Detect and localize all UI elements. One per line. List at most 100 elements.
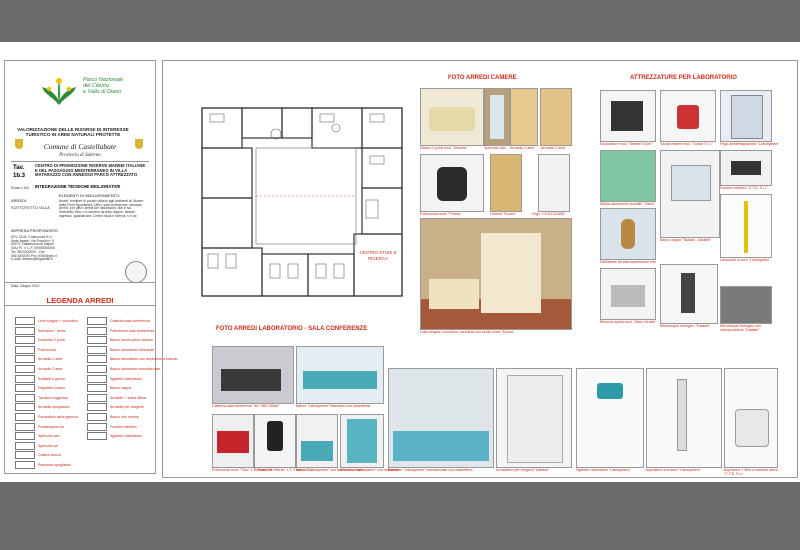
legend-swatch — [15, 374, 35, 383]
legend-label: Armadio + sedia ufficio — [110, 395, 147, 400]
photo-fume-hood — [660, 150, 720, 238]
photo-lectern — [212, 346, 294, 404]
legend-swatch — [87, 413, 107, 421]
legend-label: Armadio per reagenti — [110, 405, 144, 410]
caption-exam-table: Tavola esame mod. "Dobar S.r.l." — [660, 142, 713, 146]
legend-item: Sgabello laboratorio — [87, 374, 142, 383]
legend-swatch — [15, 403, 35, 412]
caption-mirror: Specchio alto — [484, 146, 506, 150]
legend-label: Banco con vetrina — [110, 415, 139, 419]
legend-swatch — [87, 326, 107, 335]
legend-item: Panchina spogliatoio — [15, 461, 71, 469]
legend-label: Portascopino wc — [38, 424, 65, 429]
tav-label: Tav. — [13, 165, 25, 171]
legend-item: Banco con vetrina — [87, 413, 139, 421]
caption-sofa: Divano 2 posti mod. "Moneta" — [420, 146, 468, 150]
photo-wardrobe-3 — [510, 88, 538, 146]
legend-swatch — [15, 317, 35, 325]
legend-item: Armadio 3 ante — [15, 365, 62, 373]
legend-label: Scrivania + sedia — [38, 328, 66, 333]
legend-swatch — [15, 393, 35, 402]
caption-microscope: Microscopio biologico "Dataleb" — [660, 324, 711, 328]
photo-office-chair — [254, 414, 296, 468]
section-title-camere: FOTO ARREDI CAMERE — [448, 75, 517, 81]
caption-lab-stool: Sgabello laboratorio "Labosystem" — [576, 468, 631, 472]
legend-swatch — [15, 355, 35, 364]
legend-label: Letto singolo + comodino — [38, 319, 79, 323]
caption-balance: Bilancia rapida mod. "Micro Grade" — [600, 320, 656, 324]
legend-item: Portarotolo carta igienica — [15, 413, 78, 421]
legend-label: Armadio spogliatoio — [38, 405, 70, 410]
park-logo — [39, 75, 79, 109]
caption-hotplate: Fornello elettrico "C.T.B. S.r.l." — [720, 186, 769, 190]
legend-item: Armadio per reagenti — [87, 403, 144, 412]
legend-swatch — [87, 374, 107, 383]
legend-swatch — [15, 422, 35, 431]
legend-item: Banco laboratorio monofacciale — [87, 365, 160, 373]
photo-microscope-video — [720, 286, 772, 324]
caption-armchair: Poltroncina mod. "Florida" — [420, 212, 462, 216]
caption-fridge-room: Frigo "LS-DC101BA" — [532, 212, 566, 216]
caption-reagent-cabinet: Armadietto per reagenti "Dataleb" — [496, 468, 550, 472]
photo-balance — [600, 268, 656, 320]
legend-label: Frigorifero basso — [38, 386, 65, 391]
legend-label: Armadio 3 ante — [38, 367, 63, 371]
legend-label: Specchio alto — [38, 434, 60, 439]
legend-swatch — [87, 355, 107, 364]
caption-eyewash: Lavaocchi a torre "Labosystem" — [720, 258, 771, 262]
tav-number: 1b.3 — [13, 173, 26, 179]
legend-item: Specchio alto — [15, 432, 60, 441]
photo-wardrobe-2 — [540, 88, 572, 146]
legend-label: Fornello elettrico — [110, 424, 137, 429]
room-label-ricerca: RICERCA — [368, 256, 388, 261]
photo-exam-table — [660, 90, 716, 142]
photo-bedroom — [420, 218, 572, 330]
legend-swatch — [87, 432, 107, 441]
caption-microscope-video: Microscopio biologico con videoproiettor… — [720, 324, 762, 332]
photo-carbon-filter — [724, 368, 778, 468]
comune-name: Comune di Castellabate — [43, 142, 117, 151]
photo-glass-cabinet — [340, 414, 384, 468]
legend-title: LEGENDA ARREDI — [46, 296, 114, 305]
legend-label: Portarotolo carta igienica — [38, 415, 78, 419]
legend-item: Banco tavolo piano acciaio — [87, 336, 153, 345]
photo-arm-extractor — [646, 368, 722, 468]
park-name: Parco Nazionale del Cilento e Vallo di D… — [83, 77, 123, 95]
legend-label: Banco cappa — [110, 386, 131, 391]
floorplan-drawing: CENTRO STUDI E RICERCA — [201, 107, 403, 297]
impresa-label: IMPRESA PROPONENTE: — [11, 228, 60, 233]
legend-label: Poltroncine sala conferenze — [110, 328, 155, 333]
photo-lab-stool — [576, 368, 644, 468]
centro-description: CENTRO DI PROMOZIONE RISERVE MARINE ITAL… — [35, 163, 146, 178]
legend-item: Armadio spogliatoio — [15, 403, 70, 412]
photo-distiller — [600, 208, 656, 260]
legend-label: Sgabello laboratorio — [110, 434, 142, 439]
room-label-centro: CENTRO STUDI E — [359, 250, 396, 255]
legend-swatch — [87, 317, 107, 325]
legend-swatch — [15, 432, 35, 441]
legend-item: Tavolino soggiorno — [15, 393, 68, 402]
legend-item: Banco cappa — [87, 384, 131, 393]
legend-label: Specchio wc — [38, 443, 59, 448]
floorplan: CENTRO STUDI E RICERCA — [196, 104, 408, 300]
integrazione-label: INTEGRAZIONE TECNICHE MIGLIORATIVE — [35, 184, 121, 189]
legend-label: Tavolino soggiorno — [38, 395, 68, 400]
title-block: Parco Nazionale del Cilento e Vallo di D… — [4, 60, 156, 306]
elementi-text: Arredi: forniture di pronto utilizzo agl… — [59, 199, 144, 218]
legend-label: Banco laboratorio monofacciale — [110, 367, 161, 371]
legend-swatch — [15, 451, 35, 460]
photo-mill — [600, 150, 656, 202]
legend-swatch — [87, 345, 107, 354]
legend-item: Scrivania + sedia — [15, 326, 66, 335]
photo-reagent-cabinet — [496, 368, 572, 468]
photo-hotplate — [720, 150, 772, 186]
legend-label: Armadio 2 ante — [38, 357, 63, 362]
legend-swatch — [15, 461, 35, 469]
photo-sink-bench — [296, 414, 338, 468]
caption-lectern: Cattedra sala conferenze "art. 988 i Mit… — [212, 404, 280, 408]
legend-item: Sgabello laboratorio — [87, 432, 142, 441]
legend-item: Armadio 2 ante — [15, 355, 63, 364]
park-name-line-3: e Vallo di Diano — [83, 89, 122, 96]
legend-swatch — [15, 326, 35, 335]
legend-swatch — [15, 384, 35, 393]
